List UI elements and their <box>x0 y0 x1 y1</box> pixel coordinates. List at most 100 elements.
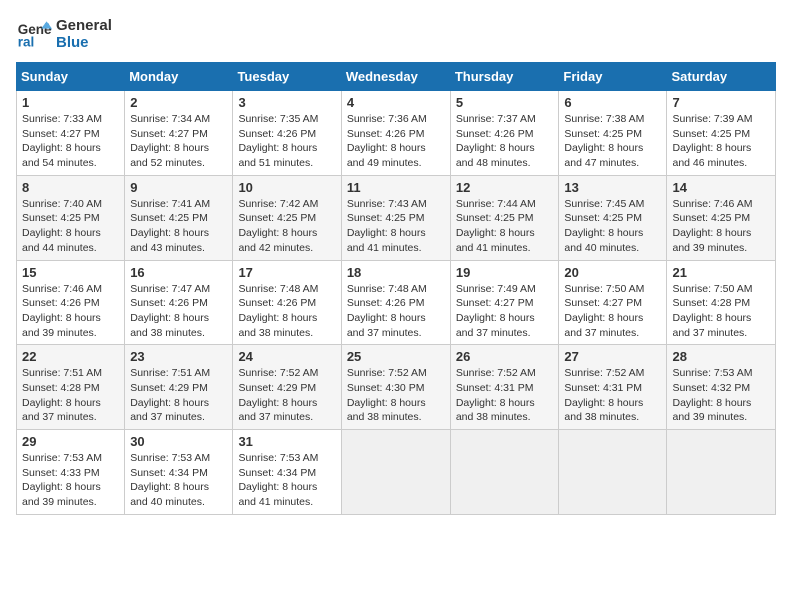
day-cell: 2 Sunrise: 7:34 AM Sunset: 4:27 PM Daylig… <box>125 91 233 176</box>
col-header-monday: Monday <box>125 63 233 91</box>
day-detail: Sunrise: 7:34 AM Sunset: 4:27 PM Dayligh… <box>130 112 227 171</box>
day-number: 2 <box>130 95 227 110</box>
day-detail: Sunrise: 7:43 AM Sunset: 4:25 PM Dayligh… <box>347 197 445 256</box>
day-detail: Sunrise: 7:37 AM Sunset: 4:26 PM Dayligh… <box>456 112 554 171</box>
day-number: 17 <box>238 265 335 280</box>
day-detail: Sunrise: 7:46 AM Sunset: 4:26 PM Dayligh… <box>22 282 119 341</box>
day-number: 21 <box>672 265 770 280</box>
day-detail: Sunrise: 7:39 AM Sunset: 4:25 PM Dayligh… <box>672 112 770 171</box>
day-cell: 22 Sunrise: 7:51 AM Sunset: 4:28 PM Dayli… <box>17 345 125 430</box>
day-detail: Sunrise: 7:46 AM Sunset: 4:25 PM Dayligh… <box>672 197 770 256</box>
logo-icon: Gene ral <box>16 16 52 52</box>
day-number: 14 <box>672 180 770 195</box>
day-cell: 29 Sunrise: 7:53 AM Sunset: 4:33 PM Dayli… <box>17 430 125 515</box>
day-number: 27 <box>564 349 661 364</box>
day-detail: Sunrise: 7:42 AM Sunset: 4:25 PM Dayligh… <box>238 197 335 256</box>
week-row-5: 29 Sunrise: 7:53 AM Sunset: 4:33 PM Dayli… <box>17 430 776 515</box>
day-cell: 24Sunrise: 7:52 AM Sunset: 4:29 PM Dayli… <box>233 345 341 430</box>
logo-text-blue: Blue <box>56 34 112 51</box>
week-row-1: 1Sunrise: 7:33 AM Sunset: 4:27 PM Daylig… <box>17 91 776 176</box>
col-header-sunday: Sunday <box>17 63 125 91</box>
day-number: 6 <box>564 95 661 110</box>
day-cell: 31Sunrise: 7:53 AM Sunset: 4:34 PM Dayli… <box>233 430 341 515</box>
day-cell: 26 Sunrise: 7:52 AM Sunset: 4:31 PM Dayli… <box>450 345 559 430</box>
day-detail: Sunrise: 7:47 AM Sunset: 4:26 PM Dayligh… <box>130 282 227 341</box>
day-detail: Sunrise: 7:53 AM Sunset: 4:33 PM Dayligh… <box>22 451 119 510</box>
day-detail: Sunrise: 7:35 AM Sunset: 4:26 PM Dayligh… <box>238 112 335 171</box>
day-cell: 20 Sunrise: 7:50 AM Sunset: 4:27 PM Dayli… <box>559 260 667 345</box>
day-cell: 30 Sunrise: 7:53 AM Sunset: 4:34 PM Dayli… <box>125 430 233 515</box>
day-number: 24 <box>238 349 335 364</box>
day-detail: Sunrise: 7:51 AM Sunset: 4:29 PM Dayligh… <box>130 366 227 425</box>
page-header: Gene ral General Blue <box>16 16 776 52</box>
svg-text:ral: ral <box>18 35 35 50</box>
day-cell: 27 Sunrise: 7:52 AM Sunset: 4:31 PM Dayli… <box>559 345 667 430</box>
day-cell: 1Sunrise: 7:33 AM Sunset: 4:27 PM Daylig… <box>17 91 125 176</box>
day-cell: 23 Sunrise: 7:51 AM Sunset: 4:29 PM Dayli… <box>125 345 233 430</box>
day-cell: 4Sunrise: 7:36 AM Sunset: 4:26 PM Daylig… <box>341 91 450 176</box>
day-cell <box>559 430 667 515</box>
day-detail: Sunrise: 7:52 AM Sunset: 4:31 PM Dayligh… <box>564 366 661 425</box>
day-number: 28 <box>672 349 770 364</box>
day-cell: 7 Sunrise: 7:39 AM Sunset: 4:25 PM Daylig… <box>667 91 776 176</box>
day-number: 4 <box>347 95 445 110</box>
week-row-4: 22 Sunrise: 7:51 AM Sunset: 4:28 PM Dayli… <box>17 345 776 430</box>
day-cell: 13Sunrise: 7:45 AM Sunset: 4:25 PM Dayli… <box>559 175 667 260</box>
day-cell: 18Sunrise: 7:48 AM Sunset: 4:26 PM Dayli… <box>341 260 450 345</box>
day-detail: Sunrise: 7:40 AM Sunset: 4:25 PM Dayligh… <box>22 197 119 256</box>
day-number: 25 <box>347 349 445 364</box>
day-detail: Sunrise: 7:50 AM Sunset: 4:27 PM Dayligh… <box>564 282 661 341</box>
calendar-table: SundayMondayTuesdayWednesdayThursdayFrid… <box>16 62 776 515</box>
day-number: 12 <box>456 180 554 195</box>
day-cell: 17 Sunrise: 7:48 AM Sunset: 4:26 PM Dayli… <box>233 260 341 345</box>
day-detail: Sunrise: 7:53 AM Sunset: 4:34 PM Dayligh… <box>130 451 227 510</box>
day-cell: 12 Sunrise: 7:44 AM Sunset: 4:25 PM Dayli… <box>450 175 559 260</box>
day-number: 7 <box>672 95 770 110</box>
col-header-friday: Friday <box>559 63 667 91</box>
day-number: 22 <box>22 349 119 364</box>
day-detail: Sunrise: 7:48 AM Sunset: 4:26 PM Dayligh… <box>238 282 335 341</box>
day-cell: 16 Sunrise: 7:47 AM Sunset: 4:26 PM Dayli… <box>125 260 233 345</box>
day-number: 26 <box>456 349 554 364</box>
day-number: 30 <box>130 434 227 449</box>
week-row-3: 15 Sunrise: 7:46 AM Sunset: 4:26 PM Dayli… <box>17 260 776 345</box>
day-cell: 28 Sunrise: 7:53 AM Sunset: 4:32 PM Dayli… <box>667 345 776 430</box>
day-detail: Sunrise: 7:50 AM Sunset: 4:28 PM Dayligh… <box>672 282 770 341</box>
day-detail: Sunrise: 7:38 AM Sunset: 4:25 PM Dayligh… <box>564 112 661 171</box>
day-number: 16 <box>130 265 227 280</box>
day-cell <box>450 430 559 515</box>
day-cell: 10 Sunrise: 7:42 AM Sunset: 4:25 PM Dayli… <box>233 175 341 260</box>
day-number: 29 <box>22 434 119 449</box>
day-cell: 21 Sunrise: 7:50 AM Sunset: 4:28 PM Dayli… <box>667 260 776 345</box>
day-cell: 11 Sunrise: 7:43 AM Sunset: 4:25 PM Dayli… <box>341 175 450 260</box>
day-cell: 25 Sunrise: 7:52 AM Sunset: 4:30 PM Dayli… <box>341 345 450 430</box>
day-number: 19 <box>456 265 554 280</box>
day-detail: Sunrise: 7:45 AM Sunset: 4:25 PM Dayligh… <box>564 197 661 256</box>
day-number: 20 <box>564 265 661 280</box>
day-number: 10 <box>238 180 335 195</box>
day-cell <box>667 430 776 515</box>
day-cell: 9Sunrise: 7:41 AM Sunset: 4:25 PM Daylig… <box>125 175 233 260</box>
day-detail: Sunrise: 7:48 AM Sunset: 4:26 PM Dayligh… <box>347 282 445 341</box>
day-number: 3 <box>238 95 335 110</box>
day-detail: Sunrise: 7:52 AM Sunset: 4:30 PM Dayligh… <box>347 366 445 425</box>
day-detail: Sunrise: 7:52 AM Sunset: 4:31 PM Dayligh… <box>456 366 554 425</box>
col-header-saturday: Saturday <box>667 63 776 91</box>
day-number: 31 <box>238 434 335 449</box>
day-detail: Sunrise: 7:51 AM Sunset: 4:28 PM Dayligh… <box>22 366 119 425</box>
day-cell: 5 Sunrise: 7:37 AM Sunset: 4:26 PM Daylig… <box>450 91 559 176</box>
day-number: 5 <box>456 95 554 110</box>
day-detail: Sunrise: 7:44 AM Sunset: 4:25 PM Dayligh… <box>456 197 554 256</box>
calendar-header-row: SundayMondayTuesdayWednesdayThursdayFrid… <box>17 63 776 91</box>
day-number: 11 <box>347 180 445 195</box>
day-cell: 3 Sunrise: 7:35 AM Sunset: 4:26 PM Daylig… <box>233 91 341 176</box>
logo-text-general: General <box>56 17 112 34</box>
day-number: 1 <box>22 95 119 110</box>
day-number: 9 <box>130 180 227 195</box>
day-number: 15 <box>22 265 119 280</box>
day-detail: Sunrise: 7:49 AM Sunset: 4:27 PM Dayligh… <box>456 282 554 341</box>
logo: Gene ral General Blue <box>16 16 112 52</box>
day-number: 8 <box>22 180 119 195</box>
day-detail: Sunrise: 7:53 AM Sunset: 4:32 PM Dayligh… <box>672 366 770 425</box>
day-number: 23 <box>130 349 227 364</box>
